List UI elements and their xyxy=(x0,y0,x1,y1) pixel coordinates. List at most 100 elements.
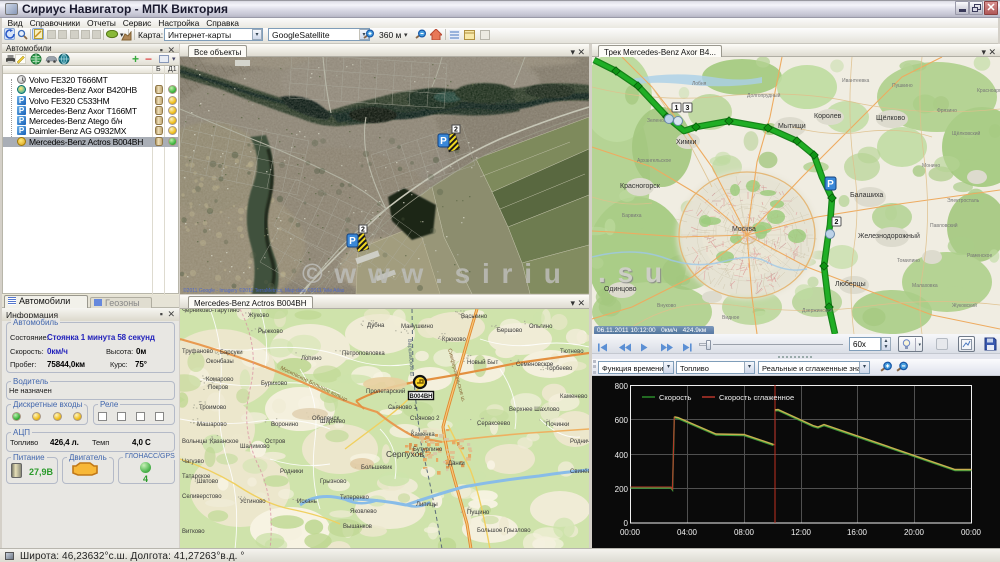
svg-text:Вышанков: Вышанков xyxy=(343,524,372,530)
svg-text:12:00: 12:00 xyxy=(791,528,812,537)
svg-text:Барвиха: Барвиха xyxy=(622,213,642,219)
svg-text:1: 1 xyxy=(675,105,679,112)
svg-text:Устиново: Устиново xyxy=(240,499,266,505)
svg-text:Комарово: Комарово xyxy=(206,377,234,383)
svg-text:Долгопрудный: Долгопрудный xyxy=(747,92,781,99)
svg-text:Раменское: Раменское xyxy=(967,253,992,259)
svg-text:Бурихово: Бурихово xyxy=(261,381,288,387)
svg-text:Шалимово: Шалимово xyxy=(240,444,270,450)
svg-text:Барсуки: Барсуки xyxy=(220,350,243,356)
svg-text:Каменево: Каменево xyxy=(560,394,588,400)
svg-text:Чагуэво: Чагуэво xyxy=(182,459,205,465)
svg-text:Ивантеевка: Ивантеевка xyxy=(842,78,869,84)
svg-text:00:00: 00:00 xyxy=(961,528,982,537)
svg-text:Искань: Искань xyxy=(297,499,317,505)
svg-text:Большое Грызлово: Большое Грызлово xyxy=(477,528,531,534)
svg-text:Большевик: Большевик xyxy=(361,465,392,471)
svg-text:Троимово: Троимово xyxy=(199,405,227,411)
svg-text:Скорость: Скорость xyxy=(659,393,691,402)
svg-text:Серпухов: Серпухов xyxy=(386,449,424,459)
svg-text:Железнодорожный: Железнодорожный xyxy=(858,232,920,240)
svg-text:Сьяново 1: Сьяново 1 xyxy=(388,405,417,411)
svg-text:Бершово: Бершово xyxy=(497,328,523,334)
svg-text:Черниково-Тарутино: Черниково-Тарутино xyxy=(182,309,240,314)
svg-text:Починки: Починки xyxy=(546,422,569,428)
svg-text:Титеренко: Титеренко xyxy=(340,495,369,501)
svg-text:Скорость сглаженное: Скорость сглаженное xyxy=(719,393,794,402)
svg-text:Жуково: Жуково xyxy=(248,313,270,319)
svg-text:Новый Быт: Новый Быт xyxy=(467,359,498,366)
svg-text:00:00: 00:00 xyxy=(620,528,641,537)
svg-text:Верхнее Шахлово: Верхнее Шахлово xyxy=(509,407,560,413)
svg-text:Селиверстово: Селиверстово xyxy=(182,494,222,500)
svg-text:Лопино: Лопино xyxy=(301,356,322,362)
svg-text:Химки: Химки xyxy=(676,139,696,146)
svg-text:P: P xyxy=(349,236,356,247)
svg-text:Казанское: Казанское xyxy=(210,439,239,445)
svg-text:Сераксеево: Сераксеево xyxy=(477,421,511,427)
svg-text:Васькино: Васькино xyxy=(461,314,488,320)
svg-text:0: 0 xyxy=(624,519,629,528)
svg-text:Внуково: Внуково xyxy=(657,303,676,309)
svg-text:Красногорск: Красногорск xyxy=(620,183,661,190)
svg-text:Москва: Москва xyxy=(732,226,756,233)
svg-text:Труфаново: Труфаново xyxy=(182,349,214,355)
svg-text:Архангельское: Архангельское xyxy=(637,158,671,164)
svg-text:Покров: Покров xyxy=(208,385,228,391)
svg-text:Пушкино: Пушкино xyxy=(892,83,913,89)
svg-text:Торбеево: Торбеево xyxy=(546,366,573,372)
svg-text:Рыжково: Рыжково xyxy=(258,329,283,335)
svg-text:2: 2 xyxy=(361,227,365,234)
svg-text:Фрязино: Фрязино xyxy=(937,108,957,114)
svg-text:Оконбазы: Оконбазы xyxy=(206,359,234,365)
svg-text:400: 400 xyxy=(615,451,629,460)
svg-text:Павловский: Павловский xyxy=(930,222,958,229)
svg-text:Тютнево: Тютнево xyxy=(560,349,584,355)
svg-text:04:00: 04:00 xyxy=(677,528,698,537)
svg-text:Съяново 2: Съяново 2 xyxy=(410,416,440,422)
svg-text:200: 200 xyxy=(615,485,629,494)
svg-text:Воронино: Воронино xyxy=(271,422,299,428)
svg-text:Жуковский: Жуковский xyxy=(952,302,977,309)
svg-text:Манушкино: Манушкино xyxy=(401,324,434,330)
svg-text:Дзержинский: Дзержинский xyxy=(802,307,833,314)
svg-text:Липицы: Липицы xyxy=(416,502,438,508)
svg-text:Томилино: Томилино xyxy=(897,258,920,264)
svg-text:Петроповловка: Петроповловка xyxy=(342,351,385,357)
svg-text:3: 3 xyxy=(686,105,690,112)
svg-text:20:00: 20:00 xyxy=(904,528,925,537)
svg-text:Крюково: Крюково xyxy=(442,337,466,343)
svg-text:2: 2 xyxy=(835,219,839,226)
svg-text:Люберцы: Люберцы xyxy=(835,280,866,288)
svg-text:800: 800 xyxy=(615,382,629,391)
svg-text:Каменка: Каменка xyxy=(411,432,435,438)
svg-text:Мытищи: Мытищи xyxy=(778,123,806,130)
svg-text:Щёлковский: Щёлковский xyxy=(952,130,980,137)
svg-text:Пущино: Пущино xyxy=(467,510,490,516)
svg-text:Лобня: Лобня xyxy=(692,81,707,87)
svg-text:16:00: 16:00 xyxy=(847,528,868,537)
svg-text:Дубна: Дубна xyxy=(367,323,385,329)
svg-text:Электросталь: Электросталь xyxy=(947,198,980,204)
svg-text:Родничи: Родничи xyxy=(570,439,589,445)
svg-text:Малаховка: Малаховка xyxy=(912,283,938,289)
svg-text:Красноармейск: Красноармейск xyxy=(977,87,1000,94)
svg-text:2: 2 xyxy=(454,127,458,134)
svg-text:Королев: Королев xyxy=(814,113,842,120)
svg-text:Грызново: Грызново xyxy=(320,479,347,485)
svg-text:Яковлево: Яковлево xyxy=(350,509,377,515)
svg-text:Монино: Монино xyxy=(922,163,940,169)
svg-text:P: P xyxy=(827,179,834,190)
svg-text:Ширяево: Ширяево xyxy=(320,419,346,425)
svg-text:P: P xyxy=(440,136,447,147)
svg-text:Татарское: Татарское xyxy=(182,474,211,480)
svg-text:600: 600 xyxy=(615,416,629,425)
svg-text:Свинёво: Свинёво xyxy=(570,469,589,475)
svg-text:08:00: 08:00 xyxy=(734,528,755,537)
svg-text:Данки: Данки xyxy=(448,461,465,467)
svg-text:Видное: Видное xyxy=(722,315,740,321)
svg-text:Вольнцы: Вольнцы xyxy=(182,439,207,445)
svg-text:Ольгино: Ольгино xyxy=(529,324,553,330)
svg-text:Машарово: Машарово xyxy=(197,422,227,428)
svg-text:Щёлково: Щёлково xyxy=(876,115,905,122)
